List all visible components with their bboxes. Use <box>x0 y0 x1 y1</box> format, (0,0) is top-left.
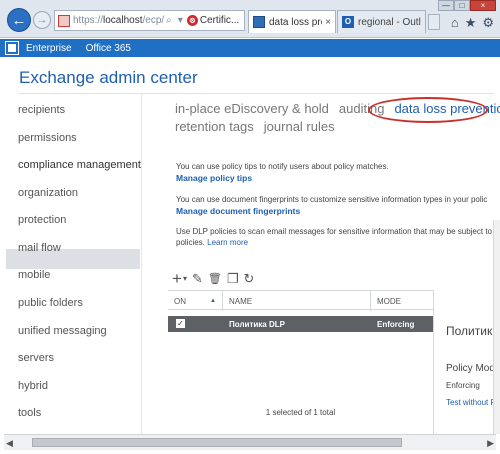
policy-mode-label: Policy Mode <box>446 363 500 374</box>
tab-label: data loss preven... <box>269 16 322 28</box>
details-link[interactable]: Test without Policy <box>446 398 500 407</box>
address-bar[interactable]: https://localhost/ecp/ ⌕ ▾ ⊗ Certific... <box>54 10 245 31</box>
tab-data-loss-prevention[interactable]: data loss preven... × <box>248 10 336 33</box>
topbar-enterprise[interactable]: Enterprise <box>26 43 72 54</box>
nav-item-organization[interactable]: organization <box>18 187 78 199</box>
scroll-right-icon[interactable]: ▶ <box>487 438 494 449</box>
table-row[interactable]: ✓ Политика DLP Enforcing <box>168 316 433 332</box>
tab-retention-tags[interactable]: retention tags <box>175 119 254 134</box>
office-logo-icon[interactable] <box>5 41 19 55</box>
nav-item-public-folders[interactable]: public folders <box>18 297 83 309</box>
add-icon[interactable]: + <box>172 270 182 287</box>
learn-more-link[interactable]: Learn more <box>207 238 248 247</box>
nav-item-unified-messaging[interactable]: unified messaging <box>18 325 107 337</box>
tab-close-icon[interactable]: × <box>325 17 331 28</box>
dlp-description: Use DLP policies to scan email messages … <box>176 227 492 236</box>
policy-tips-description: You can use policy tips to notify users … <box>176 162 389 171</box>
grid-header: ON ▲ NAME MODE <box>168 290 433 311</box>
url-host: localhost <box>103 15 143 26</box>
dlp-description-policies: policies. <box>176 238 205 247</box>
refresh-icon[interactable]: ↻ <box>243 272 254 286</box>
forward-button[interactable]: → <box>33 11 51 29</box>
nav-item-servers[interactable]: servers <box>18 352 54 364</box>
browser-tools: ⌂ ★ ⚙ <box>451 15 494 31</box>
page-title: Exchange admin center <box>19 68 198 87</box>
column-mode[interactable]: MODE <box>377 297 401 306</box>
nav-item-hybrid[interactable]: hybrid <box>18 380 48 392</box>
maximize-button[interactable]: □ <box>454 0 470 11</box>
manage-policy-tips-link[interactable]: Manage policy tips <box>176 173 252 183</box>
outlook-favicon-icon: O <box>342 16 354 28</box>
certificate-error-label[interactable]: Certific... <box>200 15 239 26</box>
certificate-error-icon[interactable]: ⊗ <box>186 15 198 26</box>
enabled-checkbox[interactable]: ✓ <box>176 319 185 328</box>
sort-ascending-icon[interactable]: ▲ <box>210 298 216 304</box>
scroll-left-icon[interactable]: ◀ <box>6 438 13 449</box>
home-icon[interactable]: ⌂ <box>451 15 459 31</box>
nav-item-mail-flow[interactable]: mail flow <box>18 242 61 254</box>
nav-item-recipients[interactable]: recipients <box>18 104 65 116</box>
edit-icon[interactable]: ✎ <box>192 272 203 286</box>
scrollbar-thumb[interactable] <box>32 438 402 447</box>
column-name[interactable]: NAME <box>229 297 252 306</box>
subnav-row-2: retention tags journal rules <box>175 119 345 134</box>
nav-item-tools[interactable]: tools <box>18 407 41 419</box>
nav-item-compliance-management[interactable]: compliance management <box>18 159 141 171</box>
tab-regional-outlook[interactable]: O regional - Outlo... <box>337 10 426 33</box>
highlight-circle-annotation <box>368 97 488 123</box>
search-icon[interactable]: ⌕ <box>166 15 172 26</box>
main-content: in-place eDiscovery & hold auditing data l… <box>141 94 500 434</box>
fingerprints-description: You can use document fingerprints to cus… <box>176 195 488 204</box>
window-close-button[interactable]: × <box>470 0 496 11</box>
minimize-button[interactable]: — <box>438 0 454 11</box>
url-scheme: https:// <box>73 15 104 26</box>
add-dropdown-icon[interactable]: ▾ <box>183 272 187 286</box>
delete-icon[interactable]: 🗑 <box>208 272 222 286</box>
back-arrow-icon: ← <box>11 11 27 29</box>
forward-arrow-icon: → <box>36 14 48 26</box>
window-controls: — □ × <box>438 0 496 11</box>
search-dropdown-icon[interactable]: ▾ <box>178 15 183 26</box>
tab-journal-rules[interactable]: journal rules <box>264 119 335 134</box>
policy-name-cell: Политика DLP <box>229 320 285 329</box>
manage-document-fingerprints-link[interactable]: Manage document fingerprints <box>176 206 300 216</box>
dlp-description-line-2: policies. Learn more <box>176 238 248 247</box>
browser-chrome: ← → https://localhost/ecp/ ⌕ ▾ ⊗ Certifi… <box>0 0 500 38</box>
policy-mode-cell: Enforcing <box>377 320 415 329</box>
nav-item-permissions[interactable]: permissions <box>18 132 77 144</box>
new-tab-button[interactable] <box>428 14 440 30</box>
copy-icon[interactable]: ❐ <box>227 272 239 286</box>
left-navigation: recipients permissions compliance manage… <box>0 94 142 434</box>
url-path: /ecp/ <box>142 15 165 26</box>
details-pane: Политика DLP Policy Mode Enforcing Test … <box>433 290 500 434</box>
security-error-icon <box>58 14 70 27</box>
topbar-office-365[interactable]: Office 365 <box>86 43 131 54</box>
policy-mode-value: Enforcing <box>446 381 480 390</box>
back-button[interactable]: ← <box>7 8 31 32</box>
details-title: Политика DLP <box>446 324 500 338</box>
exchange-favicon-icon <box>253 16 265 28</box>
column-divider <box>370 291 371 311</box>
nav-item-mobile[interactable]: mobile <box>18 269 50 281</box>
tab-in-place-ediscovery[interactable]: in-place eDiscovery & hold <box>175 101 329 116</box>
favorites-star-icon[interactable]: ★ <box>465 15 477 31</box>
settings-gear-icon[interactable]: ⚙ <box>482 15 494 31</box>
horizontal-scrollbar[interactable]: ◀ ▶ <box>4 434 496 450</box>
column-on[interactable]: ON <box>174 297 186 306</box>
selection-status: 1 selected of 1 total <box>265 408 336 417</box>
tab-label: regional - Outlo... <box>358 16 421 28</box>
vertical-scrollbar[interactable] <box>493 220 500 434</box>
nav-item-protection[interactable]: protection <box>18 214 66 226</box>
column-divider <box>222 291 223 311</box>
office-top-bar: Enterprise Office 365 <box>0 39 500 57</box>
policy-toolbar: + ▾ ✎ 🗑 ❐ ↻ <box>172 270 254 287</box>
